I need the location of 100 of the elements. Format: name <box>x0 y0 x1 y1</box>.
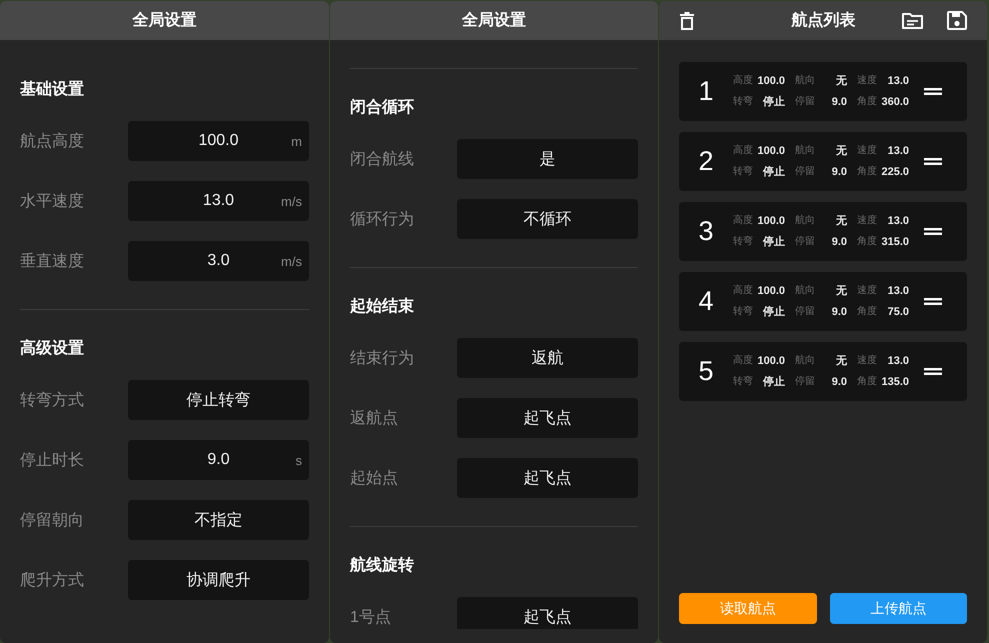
field-value: 停止 <box>763 375 785 389</box>
field-value: 无 <box>836 354 847 368</box>
setting-label: 水平速度 <box>20 192 84 212</box>
field-label: 角度 <box>857 95 877 109</box>
field-label: 角度 <box>857 235 877 249</box>
field-label: 高度 <box>733 144 753 158</box>
setting-label: 停留朝向 <box>20 510 84 530</box>
value-field[interactable]: 不循环 <box>457 199 638 239</box>
field-label: 速度 <box>857 214 877 228</box>
field-value: 9.0 <box>832 165 847 179</box>
value-field[interactable]: 3.0 m/s <box>128 241 309 281</box>
field-label: 转弯 <box>733 305 753 319</box>
field-label: 航向 <box>795 284 815 298</box>
field-value: 360.0 <box>881 95 909 109</box>
value-field[interactable]: 返航 <box>457 338 638 378</box>
field-value: 13.0 <box>888 74 909 88</box>
field-value: 停止 <box>763 305 785 319</box>
field-label: 高度 <box>733 74 753 88</box>
field-label: 航向 <box>795 354 815 368</box>
panel-title: 全局设置 <box>462 10 526 31</box>
waypoint-number: 5 <box>697 356 715 387</box>
field-label: 停留 <box>795 235 815 249</box>
field-value: 100.0 <box>757 354 785 368</box>
section-title: 航线旋转 <box>350 556 414 576</box>
section-title: 基础设置 <box>20 80 84 100</box>
field-value: 100.0 <box>757 214 785 228</box>
field-label: 角度 <box>857 165 877 179</box>
setting-label: 转弯方式 <box>20 390 84 410</box>
trash-icon[interactable] <box>680 12 694 30</box>
field-value: 100.0 <box>757 74 785 88</box>
field-value: 13.0 <box>888 284 909 298</box>
folder-icon[interactable] <box>902 12 923 28</box>
field-value: 13.0 <box>888 214 909 228</box>
field-label: 速度 <box>857 354 877 368</box>
drag-handle-icon[interactable] <box>924 228 942 235</box>
field-label: 高度 <box>733 354 753 368</box>
unit-label: m/s <box>281 254 302 268</box>
field-value: 13.0 <box>888 354 909 368</box>
unit-label: m <box>291 134 302 148</box>
value-field[interactable]: 起飞点 <box>457 597 638 629</box>
field-value: 无 <box>836 74 847 88</box>
setting-label: 闭合航线 <box>350 150 414 170</box>
value-field[interactable]: 停止转弯 <box>128 380 309 420</box>
field-label: 停留 <box>795 375 815 389</box>
waypoint-number: 3 <box>697 216 715 247</box>
section-title: 高级设置 <box>20 339 84 359</box>
setting-label: 返航点 <box>350 408 398 428</box>
field-label: 速度 <box>857 74 877 88</box>
save-icon[interactable] <box>947 11 967 30</box>
field-label: 角度 <box>857 305 877 319</box>
value-field[interactable]: 是 <box>457 139 638 179</box>
waypoint-card[interactable]: 5 高度 100.0 航向 无 速度 13.0 转弯 停止 停留 9.0 角度 135.0 <box>679 342 967 401</box>
field-value: 225.0 <box>881 165 909 179</box>
field-value: 315.0 <box>881 235 909 249</box>
drag-handle-icon[interactable] <box>924 158 942 165</box>
unit-label: s <box>296 452 302 468</box>
field-label: 转弯 <box>733 95 753 109</box>
waypoint-number: 1 <box>697 76 715 107</box>
waypoint-card[interactable]: 3 高度 100.0 航向 无 速度 13.0 转弯 停止 停留 9.0 角度 315.0 <box>679 202 967 261</box>
waypoint-card[interactable]: 4 高度 100.0 航向 无 速度 13.0 转弯 停止 停留 9.0 角度 75.0 <box>679 272 967 331</box>
unit-label: m/s <box>281 194 302 208</box>
field-value: 9.0 <box>832 235 847 249</box>
field-value: 13.0 <box>888 144 909 158</box>
field-value: 停止 <box>763 165 785 179</box>
value-field[interactable]: 起飞点 <box>457 458 638 498</box>
field-label: 高度 <box>733 214 753 228</box>
field-label: 停留 <box>795 95 815 109</box>
field-value: 无 <box>836 144 847 158</box>
field-label: 速度 <box>857 284 877 298</box>
setting-label: 循环行为 <box>350 210 414 230</box>
value-field[interactable]: 9.0 s <box>128 440 309 480</box>
field-value: 9.0 <box>832 305 847 319</box>
waypoint-number: 2 <box>697 146 715 177</box>
field-label: 航向 <box>795 74 815 88</box>
waypoint-card[interactable]: 2 高度 100.0 航向 无 速度 13.0 转弯 停止 停留 9.0 角度 225.0 <box>679 132 967 191</box>
setting-label: 起始点 <box>350 468 398 488</box>
field-label: 转弯 <box>733 235 753 249</box>
value-field[interactable]: 协调爬升 <box>128 560 309 600</box>
drag-handle-icon[interactable] <box>924 368 942 375</box>
field-label: 角度 <box>857 375 877 389</box>
value-field[interactable]: 起飞点 <box>457 398 638 438</box>
value-field[interactable]: 100.0 m <box>128 121 309 161</box>
field-value: 9.0 <box>832 95 847 109</box>
field-value: 无 <box>836 284 847 298</box>
waypoint-card[interactable]: 1 高度 100.0 航向 无 速度 13.0 转弯 停止 停留 9.0 角度 360.0 <box>679 62 967 121</box>
field-value: 停止 <box>763 235 785 249</box>
field-value: 100.0 <box>757 284 785 298</box>
field-label: 停留 <box>795 305 815 319</box>
drag-handle-icon[interactable] <box>924 298 942 305</box>
setting-label: 航点高度 <box>20 132 84 152</box>
section-title: 起始结束 <box>350 297 414 317</box>
setting-label: 1号点 <box>350 608 391 628</box>
value-field[interactable]: 不指定 <box>128 500 309 540</box>
setting-label: 爬升方式 <box>20 570 84 590</box>
panel-title: 航点列表 <box>792 10 856 31</box>
field-value: 75.0 <box>888 305 909 319</box>
setting-label: 垂直速度 <box>20 252 84 272</box>
value-field[interactable]: 13.0 m/s <box>128 181 309 221</box>
field-label: 高度 <box>733 284 753 298</box>
drag-handle-icon[interactable] <box>924 88 942 95</box>
